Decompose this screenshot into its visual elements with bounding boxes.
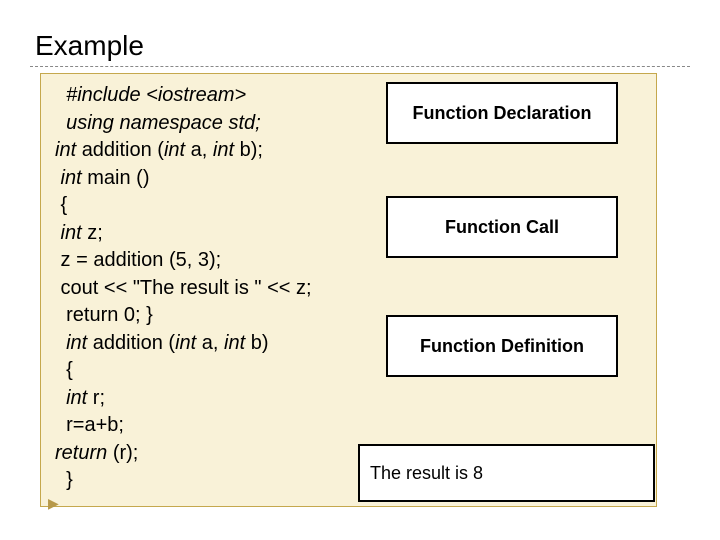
output-result-box: The result is 8 <box>358 444 655 502</box>
code-line-3: int addition (int a, int b); <box>55 137 312 165</box>
code-line-2: using namespace std; <box>55 112 261 134</box>
code-line-1: #include <iostream> <box>55 84 246 106</box>
title-underline <box>30 66 690 67</box>
label-function-declaration: Function Declaration <box>386 82 618 144</box>
code-line-11: { <box>55 357 312 385</box>
code-line-8: cout << "The result is " << z; <box>55 275 312 303</box>
code-line-15: } <box>55 467 312 495</box>
label-function-call: Function Call <box>386 196 618 258</box>
code-line-9: return 0; } <box>55 302 312 330</box>
label-function-definition: Function Definition <box>386 315 618 377</box>
code-line-7: z = addition (5, 3); <box>55 247 312 275</box>
code-line-13: r=a+b; <box>55 412 312 440</box>
code-line-6: int z; <box>55 220 312 248</box>
code-line-4: int main () <box>55 165 312 193</box>
bullet-arrow-icon: ▶ <box>48 495 59 512</box>
code-line-5: { <box>55 192 312 220</box>
code-line-12: int r; <box>55 385 312 413</box>
code-line-10: int addition (int a, int b) <box>55 330 312 358</box>
code-line-14: return (r); <box>55 440 312 468</box>
slide-title: Example <box>35 30 144 62</box>
code-block: #include <iostream> using namespace std;… <box>55 82 312 495</box>
